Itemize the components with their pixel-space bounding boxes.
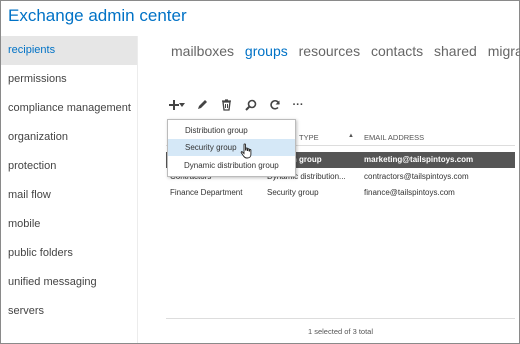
hand-pointer-icon: [240, 143, 252, 159]
tab-shared[interactable]: shared: [434, 43, 477, 59]
tab-migration[interactable]: migration: [488, 43, 520, 59]
sidebar-item-recipients[interactable]: recipients: [1, 36, 137, 65]
sort-ascending-icon[interactable]: ▲: [348, 133, 354, 139]
refresh-icon[interactable]: [267, 97, 283, 113]
row-display-name: Finance Department: [170, 188, 243, 197]
sidebar-item-mail-flow[interactable]: mail flow: [1, 181, 137, 210]
table-row[interactable]: Finance Department Security group financ…: [166, 185, 515, 201]
tab-resources[interactable]: resources: [299, 43, 360, 59]
sidebar-divider: [137, 36, 138, 343]
tab-groups[interactable]: groups: [245, 43, 288, 59]
sidebar-item-compliance-management[interactable]: compliance management: [1, 94, 137, 123]
sidebar-item-public-folders[interactable]: public folders: [1, 239, 137, 268]
row-email-address: marketing@tailspintoys.com: [364, 155, 474, 164]
menu-item-distribution-group[interactable]: Distribution group: [168, 122, 295, 139]
menu-item-dynamic-distribution-group[interactable]: Dynamic distribution group: [168, 157, 295, 174]
more-icon[interactable]: ···: [290, 97, 306, 113]
sidebar-item-protection[interactable]: protection: [1, 152, 137, 181]
row-email-address: finance@tailspintoys.com: [364, 188, 455, 197]
app-title: Exchange admin center: [8, 6, 187, 25]
delete-icon[interactable]: [218, 97, 234, 113]
sidebar-item-servers[interactable]: servers: [1, 297, 137, 326]
sidebar-item-mobile[interactable]: mobile: [1, 210, 137, 239]
column-header-type[interactable]: TYPE: [299, 133, 319, 142]
tab-bar: mailboxes groups resources contacts shar…: [171, 43, 520, 59]
sidebar: recipients permissions compliance manage…: [1, 36, 137, 343]
footer-divider: [166, 318, 515, 319]
sidebar-item-permissions[interactable]: permissions: [1, 65, 137, 94]
tab-contacts[interactable]: contacts: [371, 43, 423, 59]
menu-item-security-group[interactable]: Security group: [168, 139, 295, 156]
sidebar-item-unified-messaging[interactable]: unified messaging: [1, 268, 137, 297]
column-header-email[interactable]: EMAIL ADDRESS: [364, 133, 424, 142]
tab-mailboxes[interactable]: mailboxes: [171, 43, 234, 59]
edit-icon[interactable]: [194, 97, 210, 113]
selection-status: 1 selected of 3 total: [307, 327, 374, 336]
row-group-type: Security group: [267, 188, 319, 197]
sidebar-item-organization[interactable]: organization: [1, 123, 137, 152]
new-group-dropdown-menu: Distribution group Security group Dynami…: [167, 119, 296, 177]
chevron-down-icon[interactable]: [178, 97, 186, 113]
row-email-address: contractors@tailspintoys.com: [364, 172, 469, 181]
search-icon[interactable]: [243, 97, 259, 113]
